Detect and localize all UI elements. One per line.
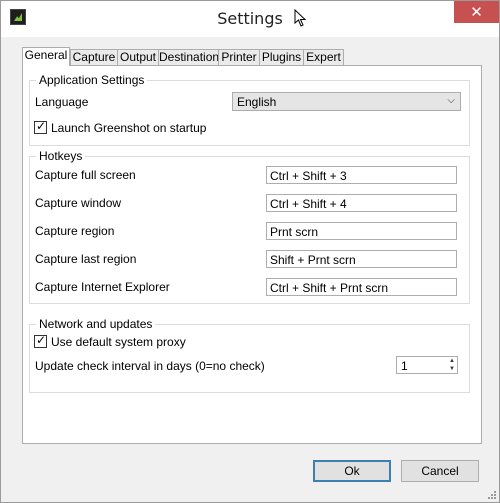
mouse-cursor-icon: [294, 9, 307, 27]
hotkey-value: Ctrl + Shift + 4: [270, 197, 347, 211]
launch-on-startup-checkbox[interactable]: [34, 119, 47, 134]
hotkey-region-input[interactable]: Prnt scrn: [266, 222, 457, 240]
tab-plugins[interactable]: Plugins: [259, 49, 304, 65]
application-settings-title: Application Settings: [36, 73, 148, 87]
spin-up-icon[interactable]: ▲: [447, 357, 457, 365]
hotkey-value: Ctrl + Shift + 3: [270, 169, 347, 183]
settings-window: Settings ✕ General Capture Output Destin…: [0, 0, 500, 503]
default-proxy-label: Use default system proxy: [51, 335, 186, 349]
close-icon: ✕: [470, 3, 483, 21]
update-interval-value: 1: [401, 359, 408, 373]
hotkey-label: Capture Internet Explorer: [35, 280, 170, 294]
hotkey-window-input[interactable]: Ctrl + Shift + 4: [266, 194, 457, 212]
hotkeys-title: Hotkeys: [36, 149, 86, 163]
window-title: Settings: [217, 9, 283, 28]
hotkey-label: Capture region: [35, 224, 115, 238]
spin-down-icon[interactable]: ▼: [447, 365, 457, 373]
hotkey-ie-input[interactable]: Ctrl + Shift + Prnt scrn: [266, 278, 457, 296]
resize-grip-icon[interactable]: [486, 489, 496, 499]
default-proxy-checkbox[interactable]: [34, 333, 47, 348]
tab-expert[interactable]: Expert: [303, 49, 344, 65]
launch-on-startup-label: Launch Greenshot on startup: [51, 121, 207, 135]
hotkey-value: Shift + Prnt scrn: [270, 253, 356, 267]
tab-printer[interactable]: Printer: [218, 49, 260, 65]
cancel-button[interactable]: Cancel: [401, 460, 479, 482]
language-value: English: [237, 95, 277, 109]
tab-capture[interactable]: Capture: [70, 49, 118, 65]
hotkey-value: Prnt scrn: [270, 225, 319, 239]
application-settings-group: Application Settings: [29, 73, 470, 146]
language-select[interactable]: English ⌵: [232, 92, 461, 111]
hotkey-value: Ctrl + Shift + Prnt scrn: [270, 281, 389, 295]
tab-output[interactable]: Output: [117, 49, 159, 65]
ok-button[interactable]: Ok: [313, 460, 391, 482]
hotkey-label: Capture full screen: [35, 168, 136, 182]
hotkey-last-region-input[interactable]: Shift + Prnt scrn: [266, 250, 457, 268]
hotkey-label: Capture last region: [35, 252, 137, 266]
tab-destination[interactable]: Destination: [158, 49, 219, 65]
tab-general[interactable]: General: [22, 47, 70, 66]
network-updates-title: Network and updates: [36, 317, 156, 331]
close-button[interactable]: ✕: [454, 1, 499, 23]
hotkey-full-screen-input[interactable]: Ctrl + Shift + 3: [266, 166, 457, 184]
update-interval-stepper[interactable]: 1 ▲ ▼: [396, 356, 458, 374]
title-bar[interactable]: Settings ✕: [1, 1, 499, 37]
update-interval-label: Update check interval in days (0=no chec…: [35, 359, 265, 373]
hotkey-label: Capture window: [35, 196, 122, 210]
language-label: Language: [35, 95, 89, 109]
chevron-down-icon: ⌵: [447, 95, 455, 106]
